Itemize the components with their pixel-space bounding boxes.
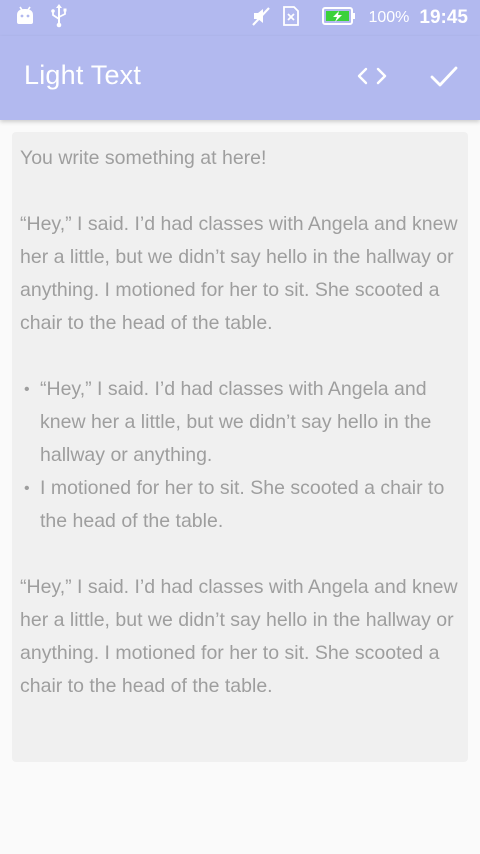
android-debug-icon (14, 5, 36, 32)
no-sim-icon (282, 5, 300, 32)
status-time: 19:45 (419, 7, 468, 28)
editor-first-line: You write something at here! (20, 147, 267, 169)
list-item-text: “Hey,” I said. I’d had classes with Ange… (40, 378, 432, 466)
editor-paragraph: “Hey,” I said. I’d had classes with Ange… (20, 576, 458, 697)
battery-percent: 100% (368, 9, 410, 26)
code-view-icon (356, 64, 388, 93)
status-bar: 100% 19:45 (0, 0, 480, 36)
mute-icon (250, 5, 272, 32)
confirm-button[interactable] (426, 60, 462, 96)
status-right: 100% 19:45 (250, 4, 468, 32)
bullet-glyph: • (24, 480, 30, 497)
text-editor[interactable]: You write something at here! “Hey,” I sa… (12, 132, 468, 762)
bullet-list: • “Hey,” I said. I’d had classes with An… (20, 373, 460, 538)
code-view-button[interactable] (354, 60, 390, 96)
status-left (14, 3, 68, 33)
page-title: Light Text (24, 60, 142, 90)
battery-charging-icon (322, 6, 356, 31)
bullet-glyph: • (24, 381, 30, 398)
list-item: • I motioned for her to sit. She scooted… (20, 472, 460, 538)
check-icon (429, 64, 459, 93)
editor-paragraph: “Hey,” I said. I’d had classes with Ange… (20, 213, 458, 334)
list-item: • “Hey,” I said. I’d had classes with An… (20, 373, 460, 472)
app-bar: Light Text (0, 36, 480, 120)
usb-icon (50, 3, 68, 33)
list-item-text: I motioned for her to sit. She scooted a… (40, 477, 445, 532)
screen: 100% 19:45 Light Text You write somethin… (0, 0, 480, 854)
